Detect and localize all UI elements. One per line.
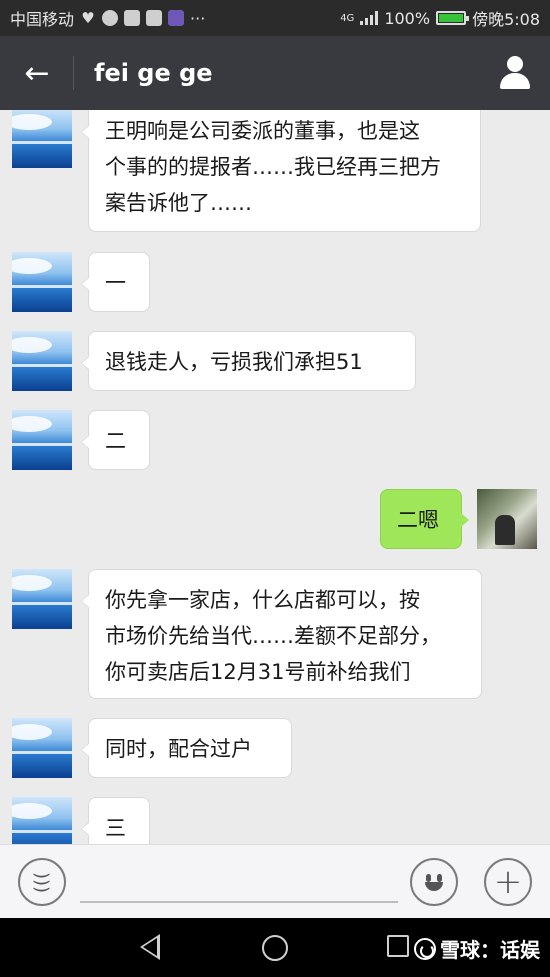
carrier-label: 中国移动 xyxy=(10,10,75,29)
more-notifications-icon: ··· xyxy=(190,8,206,28)
watermark: 雪球：话娱 xyxy=(414,934,540,963)
message-input[interactable] xyxy=(80,901,398,903)
avatar[interactable] xyxy=(12,331,72,391)
message-bubble[interactable]: 你先拿一家店，什么店都可以，按 市场价先给当代……差额不足部分， 你可卖店后12… xyxy=(81,569,482,699)
app-icon xyxy=(146,10,163,26)
message-bubble[interactable]: 一 xyxy=(81,252,150,312)
signal-icon xyxy=(360,11,379,25)
input-bar: ))) + xyxy=(0,844,550,918)
message-bubble[interactable]: 二 xyxy=(81,410,150,470)
nav-back-icon[interactable] xyxy=(140,934,160,960)
notification-icon xyxy=(124,10,141,26)
message-bubble[interactable]: 退钱走人，亏损我们承担51 xyxy=(81,331,416,391)
battery-percent: 100% xyxy=(384,8,431,28)
health-icon: ♥ xyxy=(81,9,95,27)
avatar[interactable] xyxy=(12,410,72,470)
nav-home-icon[interactable] xyxy=(262,935,288,961)
avatar[interactable] xyxy=(12,252,72,312)
my-avatar[interactable] xyxy=(477,489,537,549)
avatar[interactable] xyxy=(12,718,72,778)
message-bubble[interactable]: 三 xyxy=(81,797,150,844)
back-button[interactable]: ← xyxy=(0,36,74,110)
message-bubble[interactable]: 同时，配合过户 xyxy=(81,718,292,778)
status-bar: 中国移动 ♥ ··· 4G 100% 傍晚5:08 xyxy=(0,0,550,36)
message-bubble-mine[interactable]: 二嗯 xyxy=(380,489,469,549)
chat-info-button[interactable] xyxy=(498,56,532,90)
emoji-button[interactable] xyxy=(410,858,458,906)
avatar[interactable] xyxy=(12,110,72,168)
network-type: 4G xyxy=(340,12,355,24)
wechat-icon xyxy=(102,10,119,26)
battery-icon xyxy=(436,11,470,25)
avatar[interactable] xyxy=(12,797,72,844)
nav-recent-icon[interactable] xyxy=(387,935,409,957)
xueqiu-logo-icon xyxy=(414,937,436,960)
app-purple-icon xyxy=(168,10,185,26)
chat-header: ← fei ge ge xyxy=(0,36,550,110)
person-icon xyxy=(507,56,523,72)
navigation-bar: 雪球：话娱 xyxy=(0,918,550,977)
voice-button[interactable]: ))) xyxy=(18,858,66,906)
message-list[interactable]: 王明响是公司委派的董事，也是这 个事的的提报者……我已经再三把方 案告诉他了……… xyxy=(0,110,550,844)
message-bubble[interactable]: 王明响是公司委派的董事，也是这 个事的的提报者……我已经再三把方 案告诉他了…… xyxy=(81,110,481,232)
chat-title: fei ge ge xyxy=(94,59,213,87)
back-arrow-icon: ← xyxy=(24,55,50,91)
emoji-icon xyxy=(420,868,448,896)
more-button[interactable]: + xyxy=(484,858,532,906)
voice-icon: ))) xyxy=(31,871,53,893)
watermark-text: 雪球：话娱 xyxy=(440,938,540,962)
avatar[interactable] xyxy=(12,569,72,629)
plus-icon: + xyxy=(493,862,523,902)
clock: 傍晚5:08 xyxy=(472,10,540,29)
